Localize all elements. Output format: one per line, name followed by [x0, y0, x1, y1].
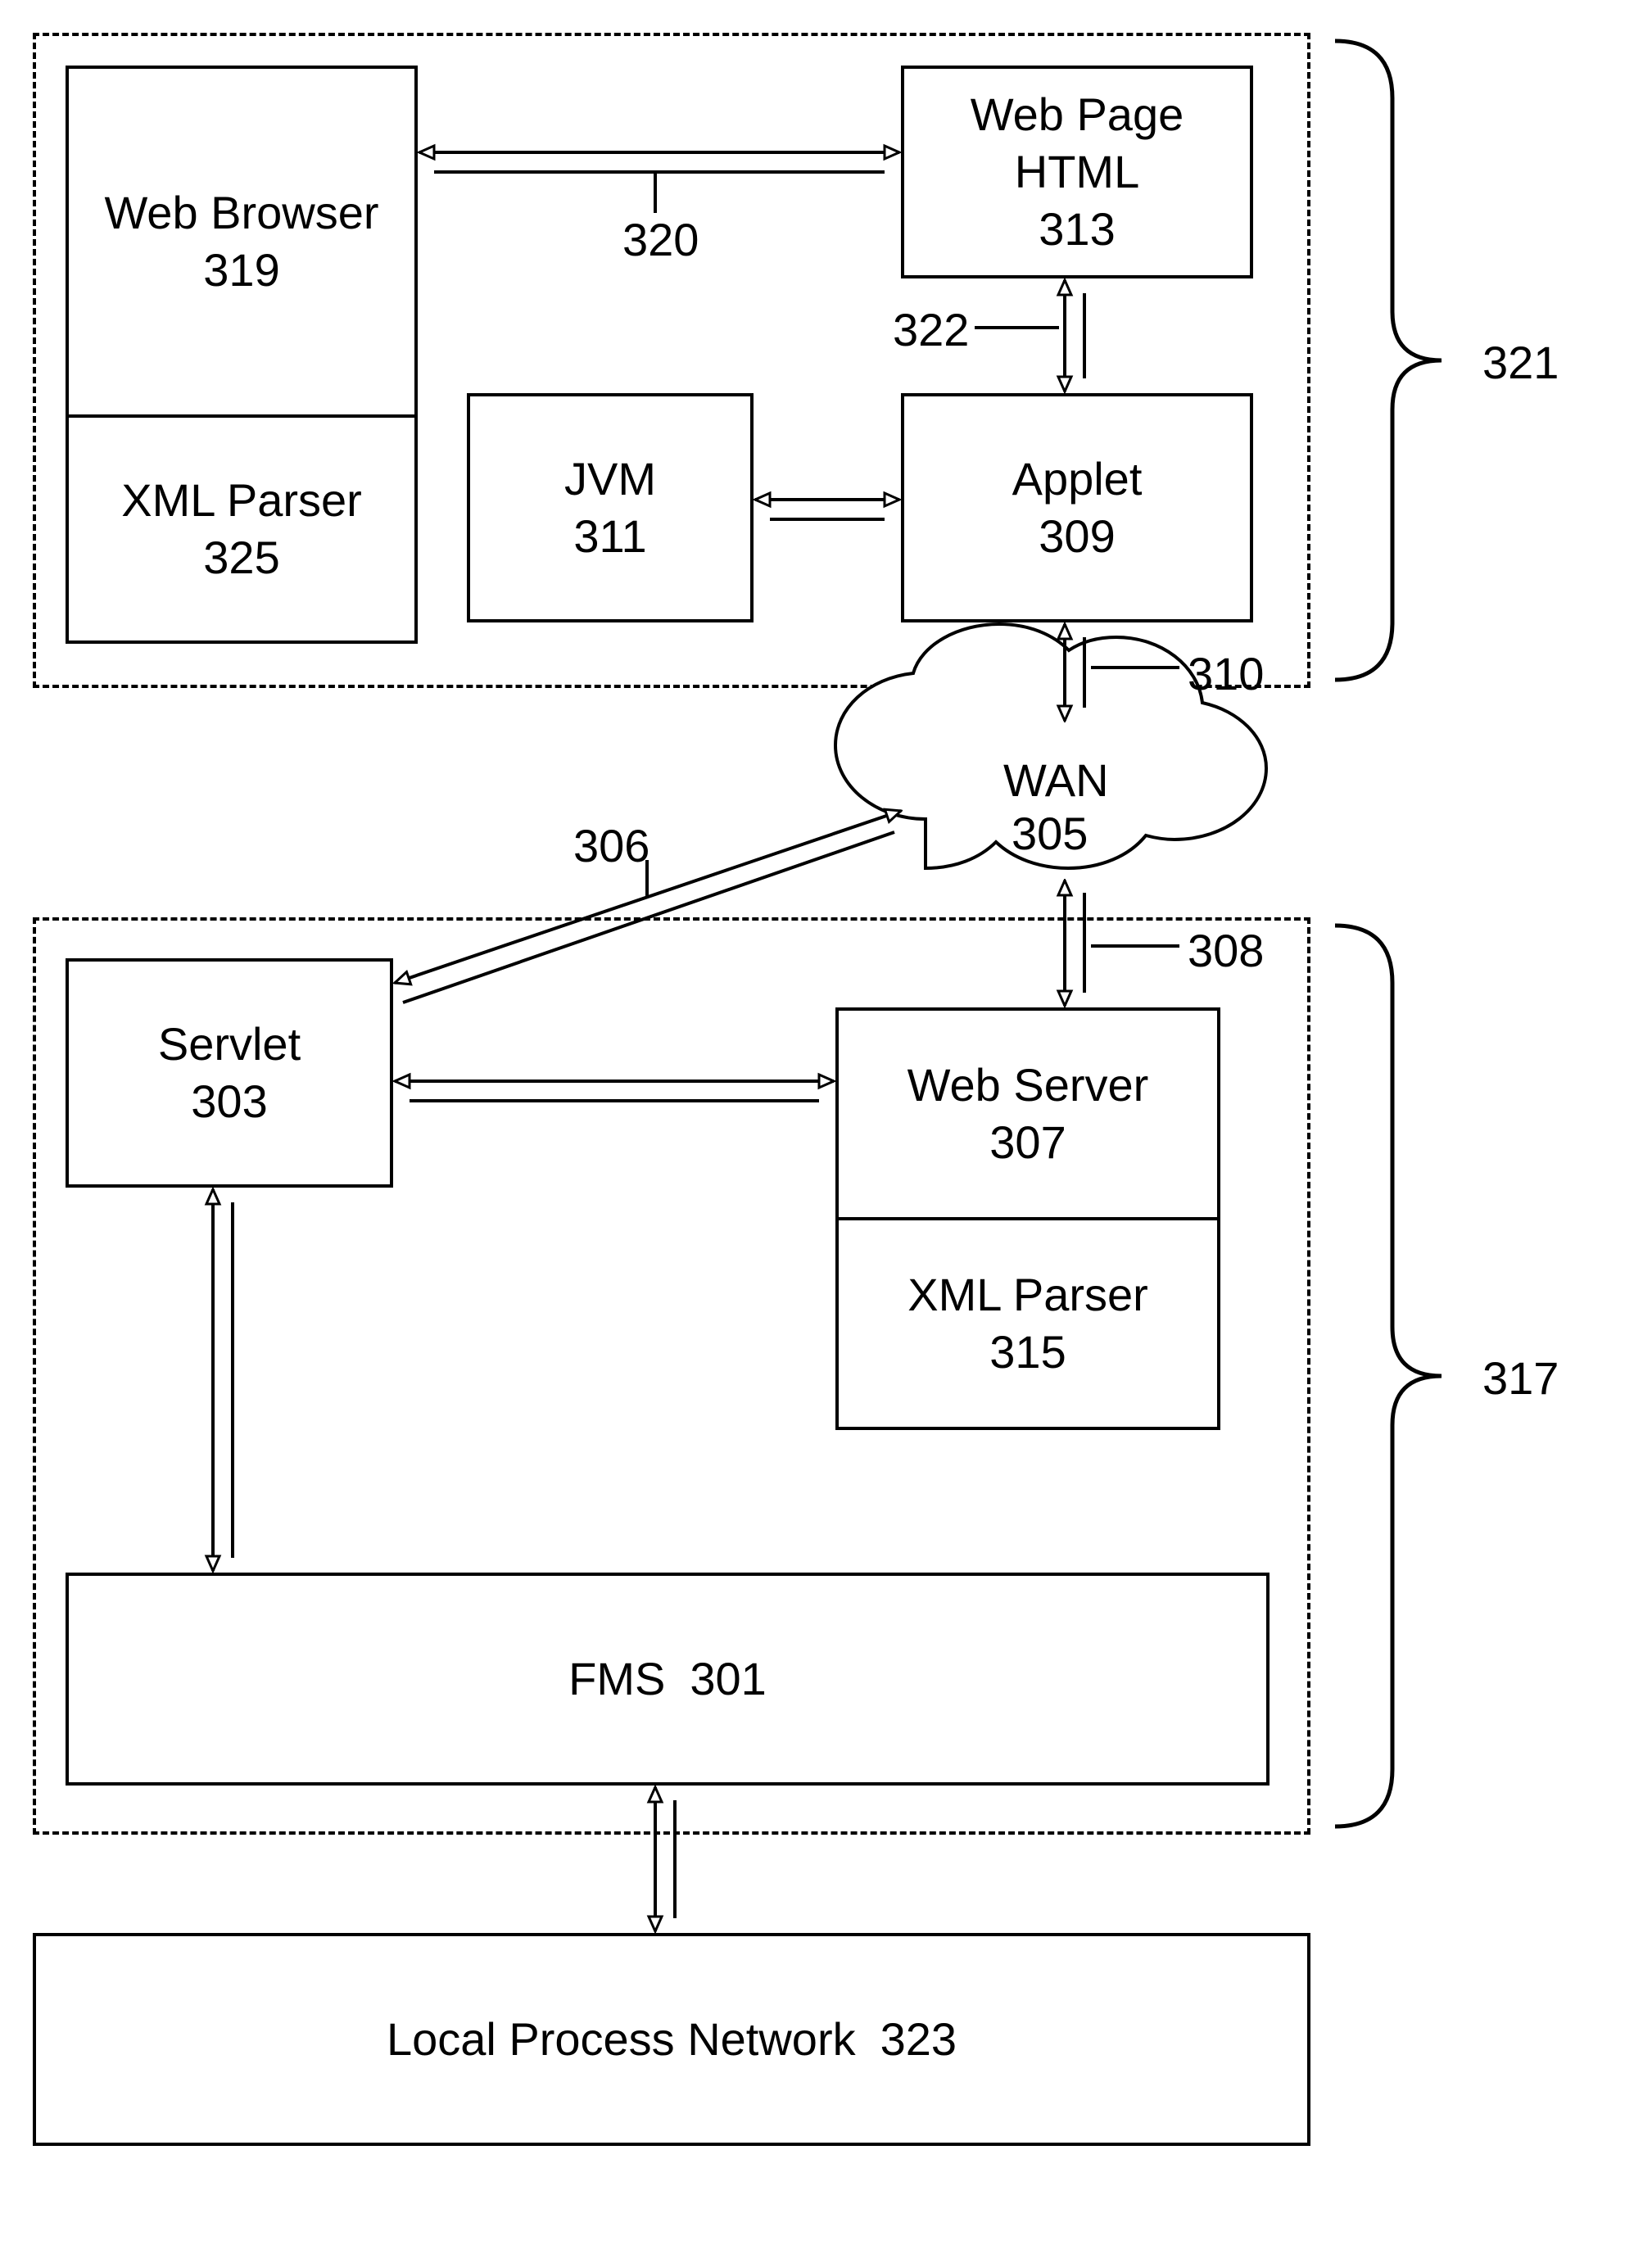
local-process-network-box: Local Process Network 323 — [33, 1933, 1310, 2146]
client-xml-parser-id: 325 — [203, 529, 279, 586]
web-browser-id: 319 — [203, 242, 279, 299]
brace-317 — [1335, 926, 1442, 1826]
jvm-id: 311 — [573, 508, 646, 565]
web-server-id: 307 — [989, 1114, 1066, 1171]
wan-title: WAN — [1003, 754, 1109, 807]
fms-title: FMS — [568, 1650, 665, 1708]
web-page-html-id: 313 — [1039, 201, 1115, 258]
diagram-root: Web Browser 319 XML Parser 325 JVM 311 W… — [0, 0, 1652, 2245]
web-page-html-title: Web Page HTML — [904, 86, 1250, 201]
applet-box: Applet 309 — [901, 393, 1253, 622]
client-xml-parser-box: XML Parser 325 — [66, 414, 418, 644]
jvm-title: JVM — [564, 450, 656, 508]
jvm-box: JVM 311 — [467, 393, 754, 622]
server-xml-parser-box: XML Parser 315 — [835, 1217, 1220, 1430]
label-322: 322 — [893, 303, 969, 356]
label-308: 308 — [1188, 924, 1264, 977]
label-306: 306 — [573, 819, 649, 872]
server-xml-parser-id: 315 — [989, 1324, 1066, 1381]
applet-title: Applet — [1012, 450, 1143, 508]
web-browser-box: Web Browser 319 — [66, 66, 418, 418]
brace-321 — [1335, 41, 1442, 680]
lpn-title: Local Process Network — [387, 2011, 856, 2068]
web-server-box: Web Server 307 — [835, 1007, 1220, 1220]
servlet-box: Servlet 303 — [66, 958, 393, 1188]
label-321: 321 — [1482, 336, 1559, 389]
wan-id: 305 — [1012, 807, 1088, 860]
server-xml-parser-title: XML Parser — [907, 1266, 1148, 1324]
servlet-title: Servlet — [158, 1016, 301, 1073]
fms-id: 301 — [690, 1650, 766, 1708]
label-310: 310 — [1188, 647, 1264, 700]
label-317: 317 — [1482, 1351, 1559, 1405]
client-xml-parser-title: XML Parser — [121, 472, 362, 529]
web-page-html-box: Web Page HTML 313 — [901, 66, 1253, 278]
fms-box: FMS 301 — [66, 1573, 1270, 1786]
applet-id: 309 — [1039, 508, 1115, 565]
servlet-id: 303 — [191, 1073, 267, 1130]
lpn-id: 323 — [880, 2011, 957, 2068]
web-browser-title: Web Browser — [104, 184, 378, 242]
label-320: 320 — [622, 213, 699, 266]
web-server-title: Web Server — [907, 1057, 1149, 1114]
